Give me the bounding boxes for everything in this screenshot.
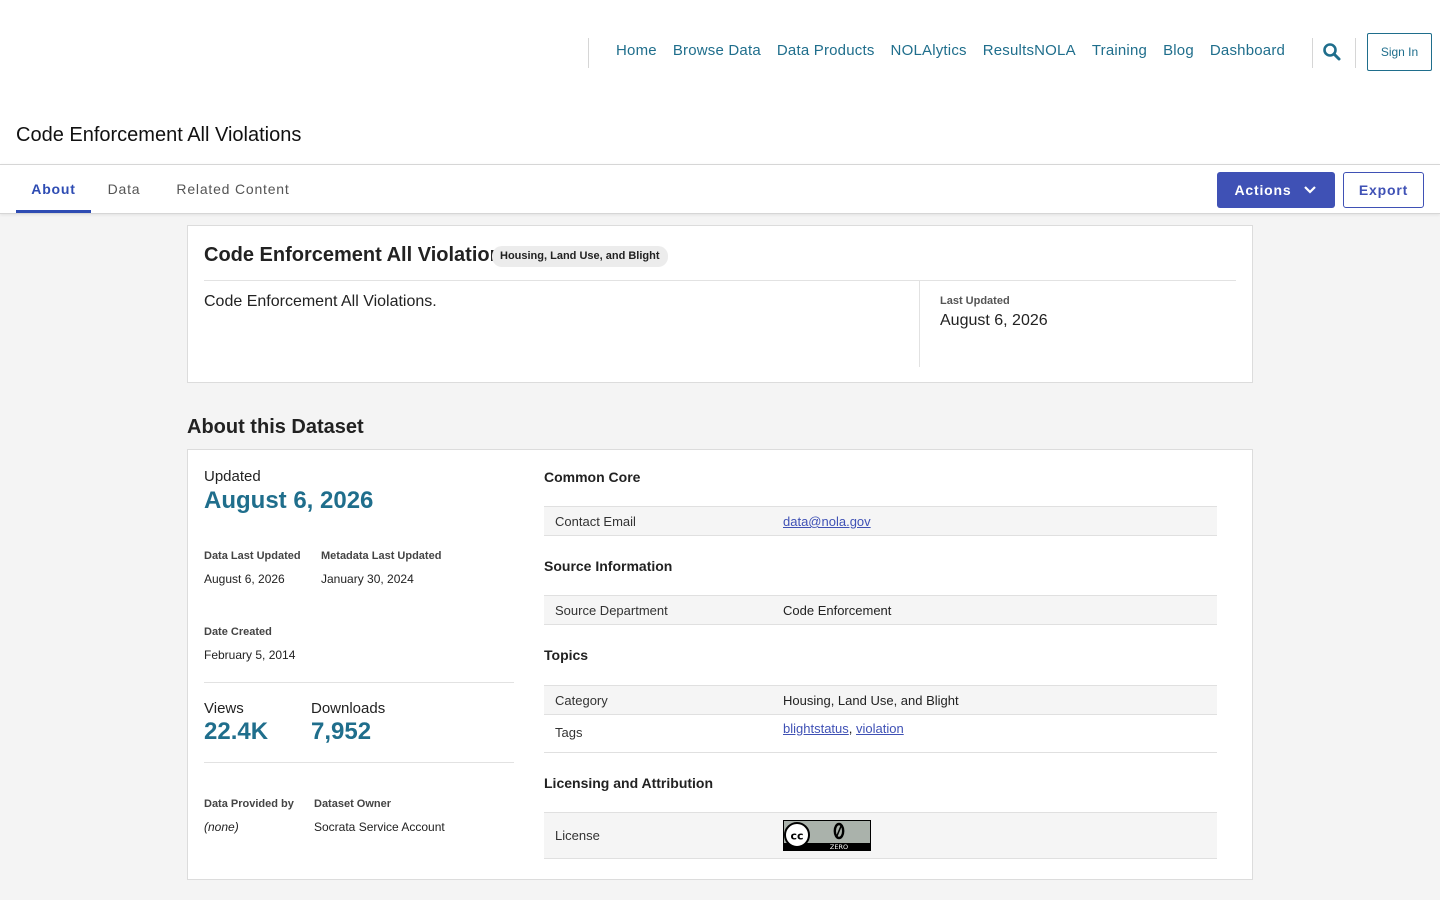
dataset-description: Code Enforcement All Violations.: [204, 293, 437, 310]
source-department-value: Code Enforcement: [783, 603, 892, 618]
tab-bar: About Data Related Content Actions Expor…: [0, 164, 1440, 214]
downloads-label: Downloads: [311, 700, 386, 717]
nav-link-data-products[interactable]: Data Products: [769, 42, 883, 59]
nav-link-dashboard[interactable]: Dashboard: [1202, 42, 1293, 59]
divider: [204, 762, 514, 763]
data-last-updated-value: August 6, 2026: [204, 572, 285, 586]
nav-divider: [588, 38, 589, 68]
sign-in-button[interactable]: Sign In: [1367, 33, 1432, 71]
downloads-value: 7,952: [311, 718, 372, 745]
metadata-row-tags: Tags blightstatus, violation: [544, 714, 1217, 753]
category-value: Housing, Land Use, and Blight: [783, 693, 959, 708]
data-provided-by-label: Data Provided by: [204, 798, 294, 810]
about-section-title: About this Dataset: [187, 416, 364, 438]
tag-separator: ,: [848, 721, 856, 736]
metadata-row-contact-email: Contact Email data@nola.gov: [544, 506, 1217, 536]
nav-link-resultsnola[interactable]: ResultsNOLA: [975, 42, 1084, 59]
metadata-row-source-department: Source Department Code Enforcement: [544, 595, 1217, 625]
contact-email-link[interactable]: data@nola.gov: [783, 514, 871, 529]
tag-link[interactable]: violation: [856, 721, 904, 736]
common-core-heading: Common Core: [544, 469, 641, 485]
divider: [204, 682, 514, 683]
dataset-title: Code Enforcement All Violations: [204, 244, 513, 266]
metadata-last-updated-label: Metadata Last Updated: [321, 550, 442, 562]
last-updated-label: Last Updated: [940, 295, 1010, 307]
tag-link[interactable]: blightstatus: [783, 721, 849, 736]
category-badge: Housing, Land Use, and Blight: [492, 246, 668, 267]
chevron-down-icon: [1304, 186, 1317, 194]
source-information-heading: Source Information: [544, 558, 673, 574]
divider: [204, 280, 1236, 281]
contact-email-label: Contact Email: [555, 514, 636, 529]
tab-related-content[interactable]: Related Content: [163, 165, 303, 213]
nav-link-home[interactable]: Home: [608, 42, 665, 59]
metadata-row-category: Category Housing, Land Use, and Blight: [544, 685, 1217, 715]
cc-zero-badge-icon[interactable]: cc ZERO: [783, 820, 871, 851]
nav-divider: [1355, 38, 1356, 68]
top-header: Home Browse Data Data Products NOLAlytic…: [0, 0, 1440, 164]
tab-data[interactable]: Data: [99, 165, 149, 213]
views-label: Views: [204, 700, 244, 717]
license-label: License: [555, 828, 600, 843]
tags-label: Tags: [555, 725, 583, 740]
export-button[interactable]: Export: [1343, 172, 1424, 208]
page-title: Code Enforcement All Violations: [16, 124, 302, 146]
divider: [919, 281, 920, 367]
source-department-label: Source Department: [555, 603, 668, 618]
licensing-heading: Licensing and Attribution: [544, 775, 714, 791]
metadata-last-updated-value: January 30, 2024: [321, 572, 414, 586]
nav-divider: [1312, 38, 1313, 68]
nav-link-nolalytics[interactable]: NOLAlytics: [883, 42, 975, 59]
last-updated-value: August 6, 2026: [940, 312, 1048, 329]
metadata-row-license: License cc ZERO: [544, 812, 1217, 859]
date-created-value: February 5, 2014: [204, 648, 296, 662]
topics-heading: Topics: [544, 647, 589, 663]
nav-link-training[interactable]: Training: [1084, 42, 1155, 59]
views-value: 22.4K: [204, 718, 269, 745]
data-provided-by-value: (none): [204, 820, 239, 834]
license-badge-text: ZERO: [830, 843, 848, 851]
updated-label: Updated: [204, 468, 261, 485]
nav-link-browse-data[interactable]: Browse Data: [665, 42, 769, 59]
dataset-owner-value: Socrata Service Account: [314, 820, 445, 834]
about-dataset-card: Updated August 6, 2026 Data Last Updated…: [187, 449, 1253, 880]
nav-link-blog[interactable]: Blog: [1155, 42, 1202, 59]
actions-button-label: Actions: [1234, 182, 1292, 198]
date-created-label: Date Created: [204, 626, 272, 638]
search-icon[interactable]: [1322, 42, 1344, 64]
svg-text:cc: cc: [790, 830, 803, 843]
main-nav: Home Browse Data Data Products NOLAlytic…: [608, 42, 1293, 59]
dataset-summary-card: Code Enforcement All Violations Housing,…: [187, 225, 1253, 383]
dataset-owner-label: Dataset Owner: [314, 798, 392, 810]
tab-about[interactable]: About: [16, 165, 91, 213]
actions-button[interactable]: Actions: [1217, 172, 1335, 208]
data-last-updated-label: Data Last Updated: [204, 550, 301, 562]
category-label: Category: [555, 693, 608, 708]
updated-value: August 6, 2026: [204, 487, 374, 514]
